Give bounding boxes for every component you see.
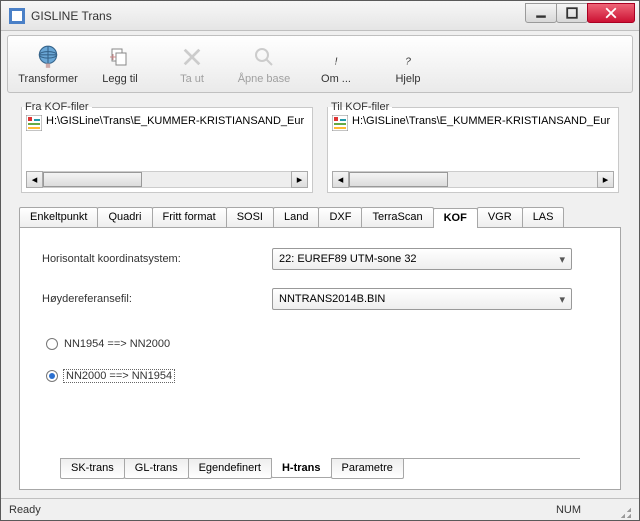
titlebar-buttons <box>526 3 635 23</box>
from-legend: Fra KOF-filer <box>22 101 92 113</box>
btab-egendefinert[interactable]: Egendefinert <box>188 459 272 479</box>
help-icon: ? <box>394 43 422 71</box>
tab-fritt-format[interactable]: Fritt format <box>152 207 227 227</box>
direction-radio-group: NN1954 ==> NN2000 NN2000 ==> NN1954 <box>46 338 598 402</box>
radio-label: NN2000 ==> NN1954 <box>64 370 174 382</box>
to-legend: Til KOF-filer <box>328 101 392 113</box>
ref-label: Høydereferansefil: <box>42 293 262 305</box>
toolbar-om[interactable]: ! Om ... <box>300 39 372 89</box>
scroll-right-icon[interactable]: ▸ <box>291 171 308 188</box>
scroll-left-icon[interactable]: ◂ <box>26 171 43 188</box>
to-file-list[interactable]: H:\GISLine\Trans\E_KUMMER-KRISTIANSAND_E… <box>332 113 614 167</box>
resize-grip-icon[interactable] <box>617 504 631 518</box>
tab-dxf[interactable]: DXF <box>318 207 362 227</box>
toolbar-leggtil[interactable]: Legg til <box>84 39 156 89</box>
radio-nn2000-to-nn1954[interactable]: NN2000 ==> NN1954 <box>46 370 598 382</box>
to-file-path: H:\GISLine\Trans\E_KUMMER-KRISTIANSAND_E… <box>352 115 610 127</box>
tab-quadri[interactable]: Quadri <box>97 207 152 227</box>
radio-icon <box>46 370 58 382</box>
tab-enkeltpunkt[interactable]: Enkeltpunkt <box>19 207 98 227</box>
minimize-button[interactable] <box>525 3 557 23</box>
titlebar: GISLINE Trans <box>1 1 639 31</box>
file-groups-row: Fra KOF-filer H:\GISLine\Trans\E_KUMMER-… <box>19 101 621 193</box>
globe-icon <box>34 43 62 71</box>
toolbar-apnebase: Åpne base <box>228 39 300 89</box>
tab-las[interactable]: LAS <box>522 207 565 227</box>
from-hscroll[interactable]: ◂ ▸ <box>26 171 308 188</box>
scroll-thumb[interactable] <box>349 172 448 187</box>
file-icon <box>26 115 42 131</box>
window-title: GISLINE Trans <box>31 9 526 23</box>
close-button[interactable] <box>587 3 635 23</box>
toolbar-label: Legg til <box>102 73 137 85</box>
to-hscroll[interactable]: ◂ ▸ <box>332 171 614 188</box>
toolbar-label: Om ... <box>321 73 351 85</box>
tab-kof[interactable]: KOF <box>433 208 478 228</box>
top-tabs: EnkeltpunktQuadriFritt formatSOSILandDXF… <box>19 207 621 227</box>
scroll-track[interactable] <box>43 171 291 188</box>
svg-text:!: ! <box>335 56 338 67</box>
search-icon <box>250 43 278 71</box>
ref-combo[interactable]: NNTRANS2014B.BIN <box>272 288 572 310</box>
tab-content: Horisontalt koordinatsystem: 22: EUREF89… <box>19 227 621 490</box>
toolbar-label: Transformer <box>18 73 78 85</box>
main-toolbar: Transformer Legg til Ta ut Åpne base ! O… <box>7 35 633 93</box>
file-icon <box>332 115 348 131</box>
coord-combo[interactable]: 22: EUREF89 UTM-sone 32 <box>272 248 572 270</box>
toolbar-hjelp[interactable]: ? Hjelp <box>372 39 444 89</box>
maximize-button[interactable] <box>556 3 588 23</box>
scroll-left-icon[interactable]: ◂ <box>332 171 349 188</box>
scroll-track[interactable] <box>349 171 597 188</box>
remove-icon <box>178 43 206 71</box>
coord-label: Horisontalt koordinatsystem: <box>42 253 262 265</box>
status-left: Ready <box>9 504 41 516</box>
tab-land[interactable]: Land <box>273 207 319 227</box>
toolbar-label: Hjelp <box>395 73 420 85</box>
ref-value: NNTRANS2014B.BIN <box>279 293 385 305</box>
radio-icon <box>46 338 58 350</box>
btab-h-trans[interactable]: H-trans <box>271 458 332 478</box>
radio-nn1954-to-nn2000[interactable]: NN1954 ==> NN2000 <box>46 338 598 350</box>
toolbar-transformer[interactable]: Transformer <box>12 39 84 89</box>
tab-sosi[interactable]: SOSI <box>226 207 274 227</box>
btab-parametre[interactable]: Parametre <box>331 459 404 479</box>
btab-gl-trans[interactable]: GL-trans <box>124 459 189 479</box>
from-file-group: Fra KOF-filer H:\GISLine\Trans\E_KUMMER-… <box>21 101 313 193</box>
radio-label: NN1954 ==> NN2000 <box>64 338 170 350</box>
scroll-thumb[interactable] <box>43 172 142 187</box>
toolbar-label: Åpne base <box>238 73 291 85</box>
bottom-tabs: SK-transGL-transEgendefinertH-transParam… <box>60 458 580 479</box>
status-num: NUM <box>556 504 581 516</box>
toolbar-label: Ta ut <box>180 73 204 85</box>
statusbar: Ready NUM <box>1 498 639 520</box>
add-file-icon <box>106 43 134 71</box>
to-file-group: Til KOF-filer H:\GISLine\Trans\E_KUMMER-… <box>327 101 619 193</box>
svg-text:?: ? <box>405 56 411 67</box>
toolbar-taut: Ta ut <box>156 39 228 89</box>
app-icon <box>9 8 25 24</box>
scroll-right-icon[interactable]: ▸ <box>597 171 614 188</box>
tab-terrascan[interactable]: TerraScan <box>361 207 433 227</box>
from-file-path: H:\GISLine\Trans\E_KUMMER-KRISTIANSAND_E… <box>46 115 304 127</box>
info-icon: ! <box>322 43 350 71</box>
tab-vgr[interactable]: VGR <box>477 207 523 227</box>
app-window: GISLINE Trans Transformer Legg til Ta ut… <box>0 0 640 521</box>
coord-value: 22: EUREF89 UTM-sone 32 <box>279 253 417 265</box>
from-file-list[interactable]: H:\GISLine\Trans\E_KUMMER-KRISTIANSAND_E… <box>26 113 308 167</box>
btab-sk-trans[interactable]: SK-trans <box>60 459 125 479</box>
